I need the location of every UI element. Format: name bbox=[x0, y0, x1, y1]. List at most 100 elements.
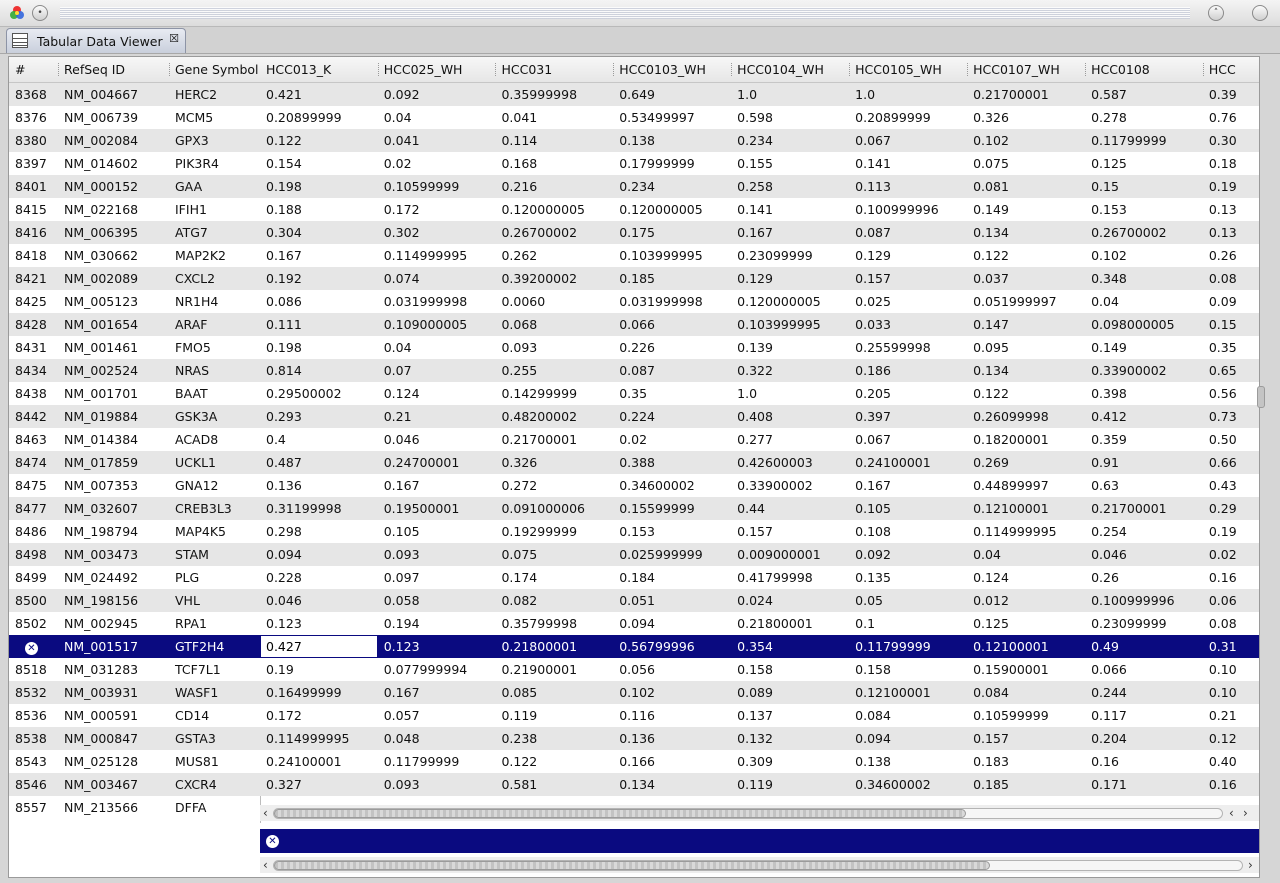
cell-value[interactable]: 0.234 bbox=[731, 129, 850, 152]
cell-index[interactable]: 8380 bbox=[9, 129, 58, 152]
cell-index[interactable]: 8434 bbox=[9, 359, 58, 382]
cell-value[interactable]: 0.172 bbox=[260, 704, 378, 727]
side-button-icon[interactable] bbox=[1252, 5, 1268, 21]
cell-value[interactable]: 0.10599999 bbox=[967, 704, 1086, 727]
cell-value[interactable]: 0.056 bbox=[613, 658, 732, 681]
cell-refseq-id[interactable]: NM_014384 bbox=[58, 428, 169, 451]
cell-gene-symbol[interactable]: IFIH1 bbox=[169, 198, 260, 221]
cell-value[interactable]: 0.224 bbox=[613, 405, 732, 428]
cell-gene-symbol[interactable]: NR1H4 bbox=[169, 290, 260, 313]
cell-value[interactable]: 0.137 bbox=[731, 704, 850, 727]
cell-index[interactable]: 8499 bbox=[9, 566, 58, 589]
cell-value[interactable]: 0.18200001 bbox=[967, 428, 1086, 451]
table-row[interactable]: 8401 NM_000152 GAA bbox=[9, 175, 260, 198]
cell-value[interactable]: 0.13 bbox=[1202, 198, 1259, 221]
cell-refseq-id[interactable]: NM_005123 bbox=[58, 290, 169, 313]
cell-value[interactable]: 0.167 bbox=[849, 474, 968, 497]
cell-gene-symbol[interactable]: FMO5 bbox=[169, 336, 260, 359]
cell-value[interactable]: 0.43 bbox=[1202, 474, 1259, 497]
cell-value[interactable]: 0.095 bbox=[967, 336, 1086, 359]
cell-value[interactable]: 0.24700001 bbox=[377, 451, 496, 474]
cell-value[interactable]: 0.31199998 bbox=[260, 497, 378, 520]
cell-value[interactable]: 0.326 bbox=[495, 451, 614, 474]
cell-value[interactable]: 0.398 bbox=[1085, 382, 1203, 405]
table-row[interactable]: 8532 NM_003931 WASF1 bbox=[9, 681, 260, 704]
cell-value[interactable]: 0.1 bbox=[849, 612, 968, 635]
cell-value[interactable]: 0.074 bbox=[377, 267, 496, 290]
cell-value[interactable]: 0.105 bbox=[849, 497, 968, 520]
status-scroll-track[interactable] bbox=[273, 860, 1243, 871]
cell-value[interactable]: 0.21700001 bbox=[967, 82, 1086, 106]
table-row[interactable]: 8486 NM_198794 MAP4K5 bbox=[9, 520, 260, 543]
cell-value[interactable]: 0.102 bbox=[967, 129, 1086, 152]
cell-refseq-id[interactable]: NM_000152 bbox=[58, 175, 169, 198]
cell-value[interactable]: 0.138 bbox=[613, 129, 732, 152]
cell-value[interactable]: 0.085 bbox=[495, 681, 614, 704]
cell-value[interactable]: 0.171 bbox=[1085, 773, 1203, 796]
table-row[interactable]: 0.228 0.097 0.174 0.184 0.41799998 0.135 0.124… bbox=[260, 566, 1259, 589]
table-row[interactable]: 8368 NM_004667 HERC2 bbox=[9, 82, 260, 106]
cell-value[interactable]: 0.18 bbox=[1202, 152, 1259, 175]
cell-value[interactable]: 0.157 bbox=[849, 267, 968, 290]
cell-gene-symbol[interactable]: GSK3A bbox=[169, 405, 260, 428]
table-row[interactable]: 8557 NM_213566 DFFA bbox=[9, 796, 260, 819]
cell-gene-symbol[interactable]: NRAS bbox=[169, 359, 260, 382]
cell-value[interactable]: 0.21800001 bbox=[731, 612, 850, 635]
table-row[interactable]: 8431 NM_001461 FMO5 bbox=[9, 336, 260, 359]
cell-value[interactable]: 0.041 bbox=[377, 129, 496, 152]
table-row[interactable]: 8474 NM_017859 UCKL1 bbox=[9, 451, 260, 474]
cell-value[interactable]: 0.91 bbox=[1085, 451, 1203, 474]
table-row[interactable]: 0.123 0.194 0.35799998 0.094 0.21800001 0.1 0.… bbox=[260, 612, 1259, 635]
cell-value[interactable]: 0.066 bbox=[613, 313, 732, 336]
table-row[interactable]: 0.327 0.093 0.581 0.134 0.119 0.34600002 0.185… bbox=[260, 773, 1259, 796]
cell-value[interactable]: 0.091000006 bbox=[495, 497, 614, 520]
cell-index[interactable]: 8401 bbox=[9, 175, 58, 198]
cell-value[interactable]: 0.40 bbox=[1202, 750, 1259, 773]
vertical-scrollbar[interactable] bbox=[1257, 56, 1280, 878]
cell-value[interactable]: 0.139 bbox=[731, 336, 850, 359]
cell-refseq-id[interactable]: NM_006395 bbox=[58, 221, 169, 244]
column-header-index[interactable]: # bbox=[9, 57, 58, 83]
cell-value[interactable]: 0.094 bbox=[613, 612, 732, 635]
cell-value[interactable]: 0.184 bbox=[613, 566, 732, 589]
cell-value[interactable]: 0.16 bbox=[1202, 566, 1259, 589]
cell-value[interactable]: 0.08 bbox=[1202, 267, 1259, 290]
cell-index[interactable]: 8475 bbox=[9, 474, 58, 497]
cell-value[interactable]: 0.56 bbox=[1202, 382, 1259, 405]
cell-refseq-id[interactable]: NM_017859 bbox=[58, 451, 169, 474]
cell-gene-symbol[interactable]: ATG7 bbox=[169, 221, 260, 244]
cell-value[interactable]: 0.16 bbox=[1085, 750, 1203, 773]
table-horizontal-scrollbar[interactable]: ‹ ‹ › bbox=[260, 805, 1259, 821]
table-row[interactable]: 8500 NM_198156 VHL bbox=[9, 589, 260, 612]
cell-gene-symbol[interactable]: GTF2H4 bbox=[169, 635, 260, 658]
table-row[interactable]: 8442 NM_019884 GSK3A bbox=[9, 405, 260, 428]
cell-value[interactable]: 0.136 bbox=[613, 727, 732, 750]
color-wheel-icon[interactable] bbox=[9, 5, 25, 21]
cell-value[interactable]: 0.082 bbox=[495, 589, 614, 612]
cell-value[interactable]: 0.29 bbox=[1202, 497, 1259, 520]
cell-index[interactable]: 8500 bbox=[9, 589, 58, 612]
cell-value[interactable]: 0.153 bbox=[1085, 198, 1203, 221]
cell-value[interactable]: 0.102 bbox=[613, 681, 732, 704]
cell-value[interactable]: 0.26099998 bbox=[967, 405, 1086, 428]
cell-index[interactable]: 8486 bbox=[9, 520, 58, 543]
chevron-up-icon[interactable]: ˄ bbox=[1208, 5, 1224, 21]
cell-value[interactable]: 0.175 bbox=[613, 221, 732, 244]
table-row[interactable]: 0.094 0.093 0.075 0.025999999 0.009000001 0.0… bbox=[260, 543, 1259, 566]
cell-value[interactable]: 0.009000001 bbox=[731, 543, 850, 566]
column-header-refseq[interactable]: RefSeq ID bbox=[58, 57, 169, 83]
cell-value[interactable]: 0.255 bbox=[495, 359, 614, 382]
scroll-thumb[interactable] bbox=[274, 809, 967, 818]
cell-value[interactable]: 0.109000005 bbox=[377, 313, 496, 336]
cell-value[interactable]: 0.19 bbox=[260, 658, 378, 681]
cell-value[interactable]: 0.04 bbox=[967, 543, 1086, 566]
cell-refseq-id[interactable]: NM_001654 bbox=[58, 313, 169, 336]
cell-refseq-id[interactable]: NM_032607 bbox=[58, 497, 169, 520]
table-row[interactable]: 0.304 0.302 0.26700002 0.175 0.167 0.087 0.134… bbox=[260, 221, 1259, 244]
cell-value[interactable]: 0.234 bbox=[613, 175, 732, 198]
cell-value[interactable]: 0.31 bbox=[1202, 635, 1259, 658]
cell-value[interactable]: 0.114999995 bbox=[967, 520, 1086, 543]
cell-index[interactable]: 8463 bbox=[9, 428, 58, 451]
cell-value[interactable]: 0.21900001 bbox=[495, 658, 614, 681]
table-row[interactable]: 0.16499999 0.167 0.085 0.102 0.089 0.12100001… bbox=[260, 681, 1259, 704]
